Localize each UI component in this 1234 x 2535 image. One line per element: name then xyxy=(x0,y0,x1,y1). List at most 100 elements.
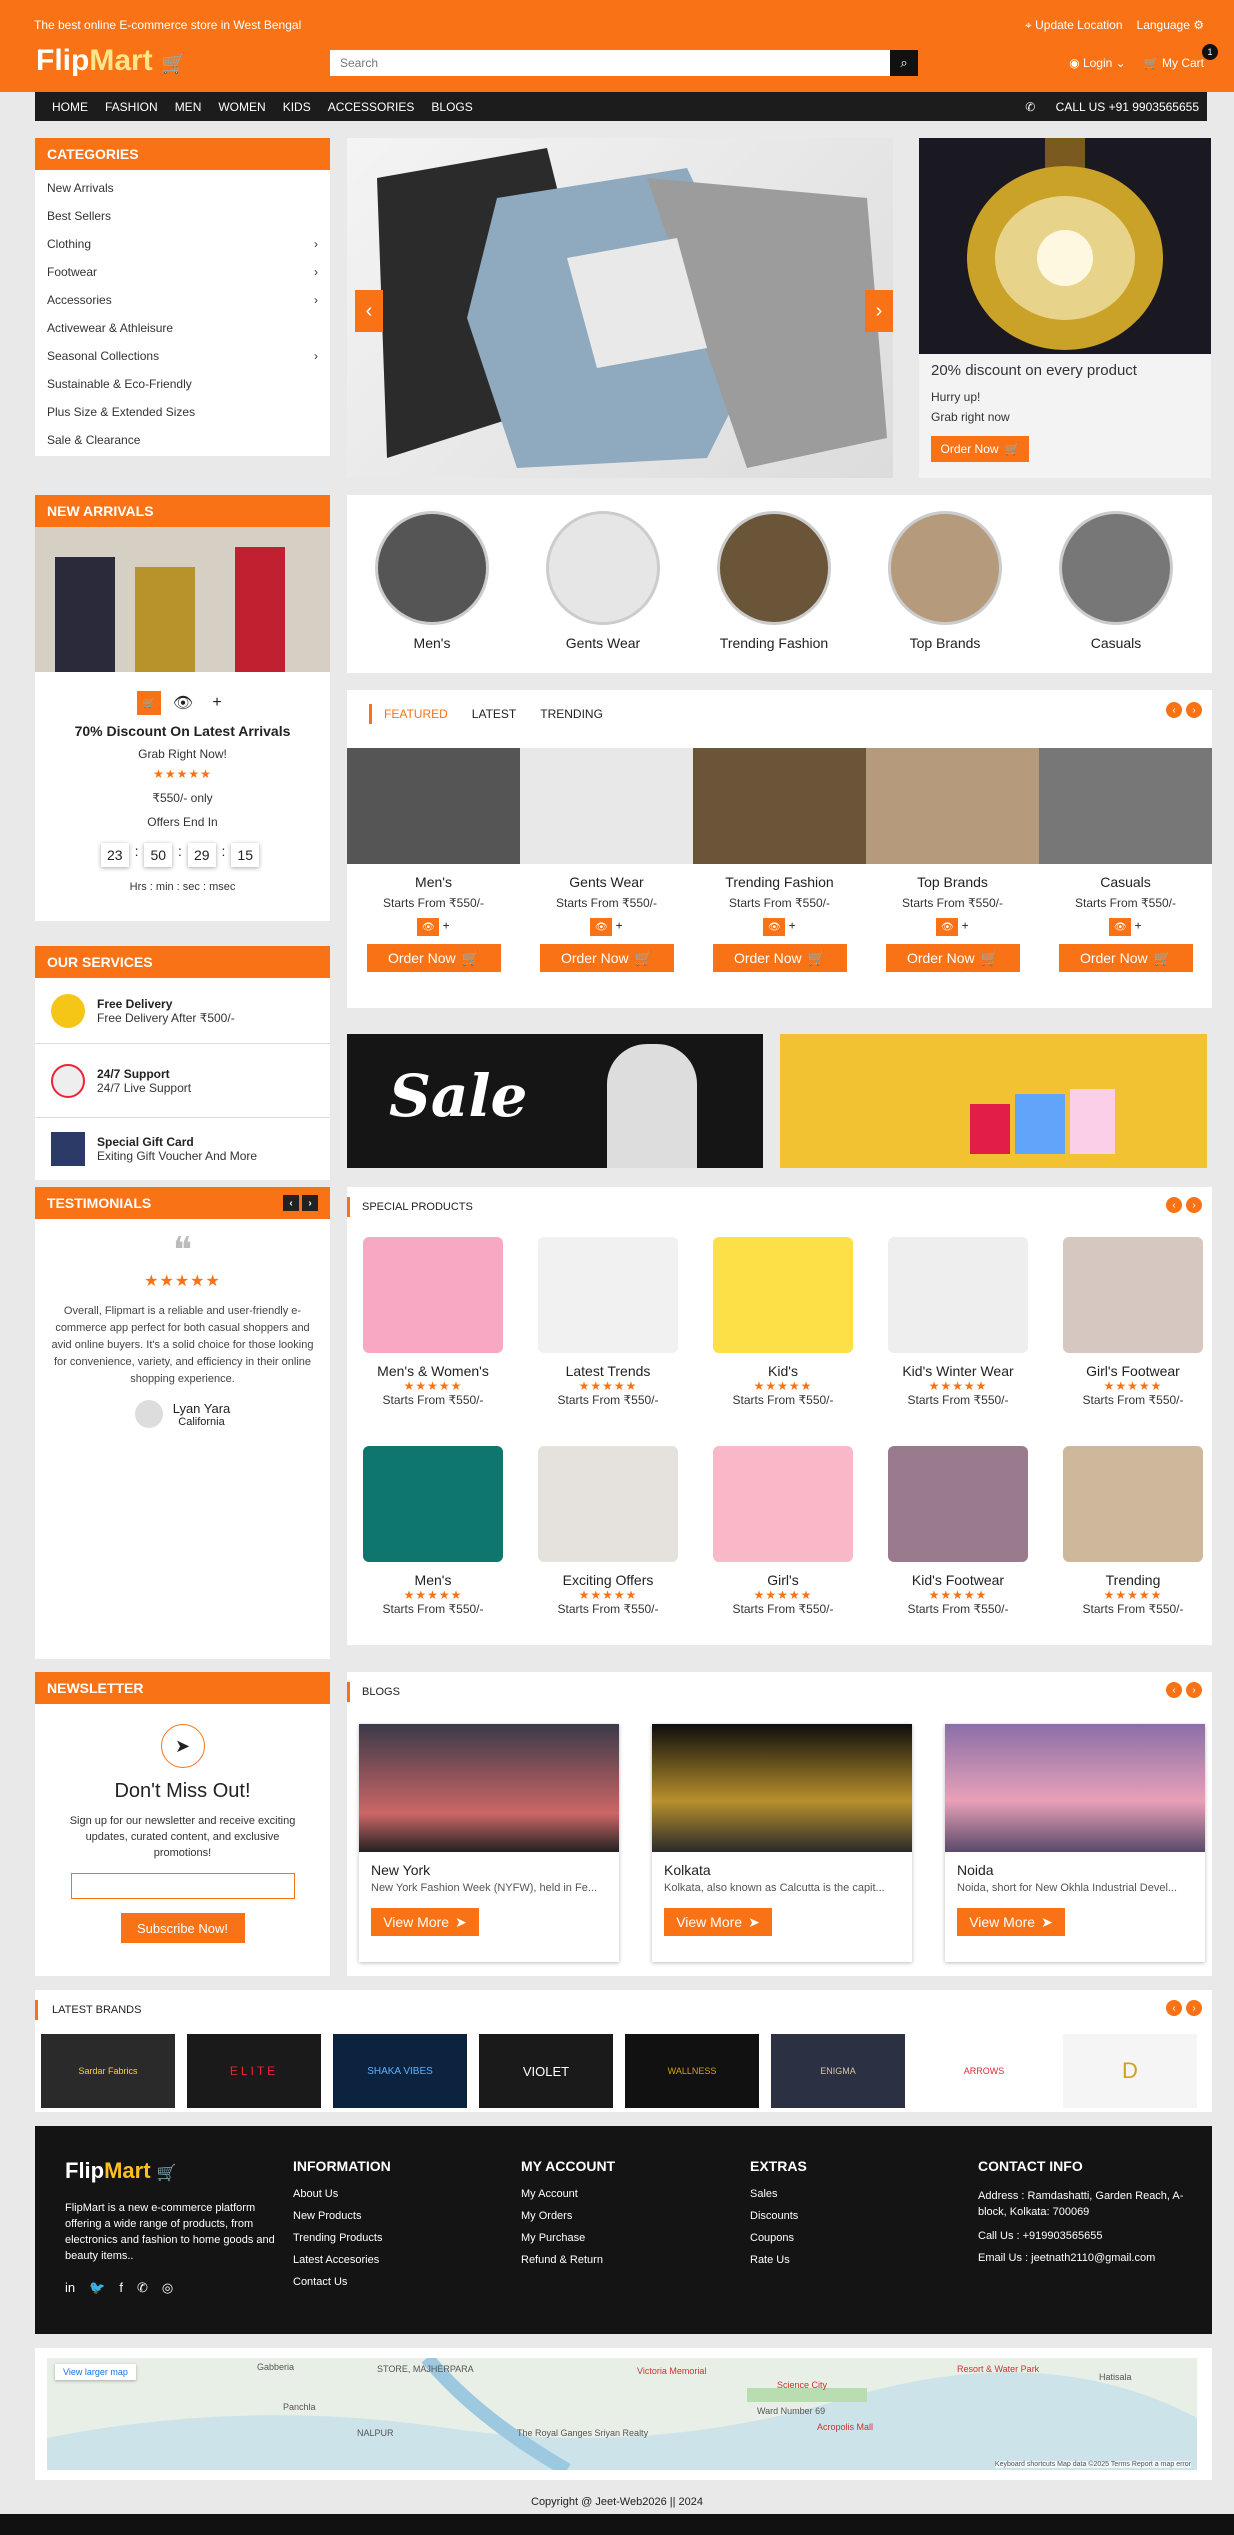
tab-featured[interactable]: FEATURED xyxy=(384,707,448,721)
view-more-button[interactable]: View More ➤ xyxy=(664,1908,772,1936)
hero-next-button[interactable]: › xyxy=(865,290,893,332)
blog-card[interactable]: Noida Noida, short for New Okhla Industr… xyxy=(945,1724,1205,1962)
linkedin-icon[interactable]: in xyxy=(65,2280,75,2296)
add-to-cart-button[interactable]: 🛒 xyxy=(137,691,161,715)
footer-link[interactable]: Sales xyxy=(750,2188,807,2200)
special-card[interactable]: Kid's ★★★★★ Starts From ₹550/- xyxy=(713,1237,853,1407)
circle-category[interactable]: Men's xyxy=(375,511,489,651)
footer-link[interactable]: Refund & Return xyxy=(521,2254,615,2266)
instagram-icon[interactable]: ◎ xyxy=(162,2280,173,2296)
tab-trending[interactable]: TRENDING xyxy=(540,707,603,721)
order-now-button[interactable]: Order Now 🛒 xyxy=(712,944,847,972)
footer-link[interactable]: About Us xyxy=(293,2188,391,2200)
footer-link[interactable]: Discounts xyxy=(750,2210,807,2222)
shopping-bags-banner[interactable] xyxy=(780,1034,1207,1168)
brand-logo[interactable]: D xyxy=(1063,2034,1197,2108)
category-item[interactable]: Activewear & Athleisure xyxy=(35,314,330,342)
site-logo[interactable]: FlipMart 🛒 xyxy=(36,44,186,78)
special-card[interactable]: Kid's Footwear ★★★★★ Starts From ₹550/- xyxy=(888,1446,1028,1616)
subscribe-button[interactable]: Subscribe Now! xyxy=(120,1913,245,1943)
category-item[interactable]: Footwear › xyxy=(35,258,330,286)
footer-link[interactable]: Contact Us xyxy=(293,2276,391,2288)
plus-icon[interactable]: + xyxy=(443,919,450,933)
email-field[interactable] xyxy=(70,1873,295,1899)
category-item[interactable]: New Arrivals xyxy=(35,174,330,202)
nav-women[interactable]: WOMEN xyxy=(201,100,265,114)
footer-link[interactable]: My Orders xyxy=(521,2210,615,2222)
brand-logo[interactable]: SHAKA VIBES xyxy=(333,2034,467,2108)
view-more-button[interactable]: View More ➤ xyxy=(371,1908,479,1936)
eye-icon[interactable]: 👁 xyxy=(763,918,786,936)
eye-icon[interactable]: 👁 xyxy=(1109,918,1132,936)
category-item[interactable]: Plus Size & Extended Sizes xyxy=(35,398,330,426)
brand-logo[interactable]: Sardar Fabrics xyxy=(41,2034,175,2108)
footer-link[interactable]: Trending Products xyxy=(293,2232,391,2244)
order-now-button[interactable]: Order Now 🛒 xyxy=(1058,944,1193,972)
call-us[interactable]: ✆ CALL US +91 9903565655 xyxy=(991,100,1199,114)
next-button[interactable]: › xyxy=(302,1195,318,1211)
embedded-map[interactable]: View larger map Gabberia STORE, MAJHERPA… xyxy=(47,2358,1197,2470)
circle-category[interactable]: Top Brands xyxy=(888,511,1002,651)
prev-button[interactable]: ‹ xyxy=(283,1195,299,1211)
order-now-button[interactable]: Order Now 🛒 xyxy=(885,944,1020,972)
special-card[interactable]: Kid's Winter Wear ★★★★★ Starts From ₹550/- xyxy=(888,1237,1028,1407)
nav-fashion[interactable]: FASHION xyxy=(88,100,158,114)
circle-category[interactable]: Casuals xyxy=(1059,511,1173,651)
login-link[interactable]: ◉ Login ⌄ xyxy=(1069,56,1126,70)
special-card[interactable]: Men's ★★★★★ Starts From ₹550/- xyxy=(363,1446,503,1616)
circle-category[interactable]: Trending Fashion xyxy=(717,511,831,651)
blog-card[interactable]: Kolkata Kolkata, also known as Calcutta … xyxy=(652,1724,912,1962)
brand-logo[interactable]: ELITE xyxy=(187,2034,321,2108)
footer-link[interactable]: Rate Us xyxy=(750,2254,807,2266)
featured-card[interactable]: Men's Starts From ₹550/- 👁 + Order Now 🛒 xyxy=(347,748,520,1008)
plus-icon[interactable]: + xyxy=(962,919,969,933)
order-now-button[interactable]: Order Now 🛒 xyxy=(366,944,501,972)
category-item[interactable]: Seasonal Collections › xyxy=(35,342,330,370)
special-card[interactable]: Men's & Women's ★★★★★ Starts From ₹550/- xyxy=(363,1237,503,1407)
order-now-button[interactable]: Order Now 🛒 xyxy=(539,944,674,972)
search-button[interactable]: ⌕ xyxy=(890,50,918,76)
prev-button[interactable]: ‹ xyxy=(1166,1682,1182,1698)
prev-button[interactable]: ‹ xyxy=(1166,1197,1182,1213)
view-larger-map-link[interactable]: View larger map xyxy=(55,2364,136,2380)
blog-card[interactable]: New York New York Fashion Week (NYFW), h… xyxy=(359,1724,619,1962)
hero-prev-button[interactable]: ‹ xyxy=(355,290,383,332)
brand-logo[interactable]: WALLNESS xyxy=(625,2034,759,2108)
language-link[interactable]: Language ⚙ xyxy=(1137,18,1204,33)
category-item[interactable]: Clothing › xyxy=(35,230,330,258)
category-item[interactable]: Accessories › xyxy=(35,286,330,314)
search-input[interactable]: Search xyxy=(330,50,890,76)
nav-home[interactable]: HOME xyxy=(35,100,88,114)
featured-card[interactable]: Trending Fashion Starts From ₹550/- 👁 + … xyxy=(693,748,866,1008)
brand-logo[interactable]: ENIGMA xyxy=(771,2034,905,2108)
prev-button[interactable]: ‹ xyxy=(1166,2000,1182,2016)
special-card[interactable]: Exciting Offers ★★★★★ Starts From ₹550/- xyxy=(538,1446,678,1616)
plus-icon[interactable]: + xyxy=(1135,919,1142,933)
eye-icon[interactable]: 👁 xyxy=(936,918,959,936)
footer-link[interactable]: My Purchase xyxy=(521,2232,615,2244)
cart-link[interactable]: 🛒 My Cart xyxy=(1144,56,1204,70)
sale-banner[interactable]: Sale xyxy=(347,1034,763,1168)
brand-logo[interactable]: ARROWS xyxy=(917,2034,1051,2108)
nav-men[interactable]: MEN xyxy=(158,100,202,114)
eye-icon[interactable]: 👁 xyxy=(590,918,613,936)
quick-view-button[interactable]: 👁 xyxy=(171,691,195,715)
nav-blogs[interactable]: BLOGS xyxy=(414,100,472,114)
footer-logo[interactable]: FlipMart 🛒 xyxy=(65,2158,177,2184)
category-item[interactable]: Sale & Clearance xyxy=(35,426,330,454)
special-card[interactable]: Girl's Footwear ★★★★★ Starts From ₹550/- xyxy=(1063,1237,1203,1407)
tab-latest[interactable]: LATEST xyxy=(472,707,516,721)
nav-accessories[interactable]: ACCESSORIES xyxy=(311,100,415,114)
update-location-link[interactable]: ⌖ Update Location xyxy=(1025,18,1123,33)
special-card[interactable]: Trending ★★★★★ Starts From ₹550/- xyxy=(1063,1446,1203,1616)
footer-link[interactable]: Latest Accesories xyxy=(293,2254,391,2266)
twitter-icon[interactable]: 🐦 xyxy=(89,2280,105,2296)
next-button[interactable]: › xyxy=(1186,2000,1202,2016)
next-button[interactable]: › xyxy=(1186,1682,1202,1698)
promo-order-button[interactable]: Order Now 🛒 xyxy=(931,436,1029,462)
featured-card[interactable]: Gents Wear Starts From ₹550/- 👁 + Order … xyxy=(520,748,693,1008)
special-card[interactable]: Girl's ★★★★★ Starts From ₹550/- xyxy=(713,1446,853,1616)
next-button[interactable]: › xyxy=(1186,702,1202,718)
circle-category[interactable]: Gents Wear xyxy=(546,511,660,651)
special-card[interactable]: Latest Trends ★★★★★ Starts From ₹550/- xyxy=(538,1237,678,1407)
